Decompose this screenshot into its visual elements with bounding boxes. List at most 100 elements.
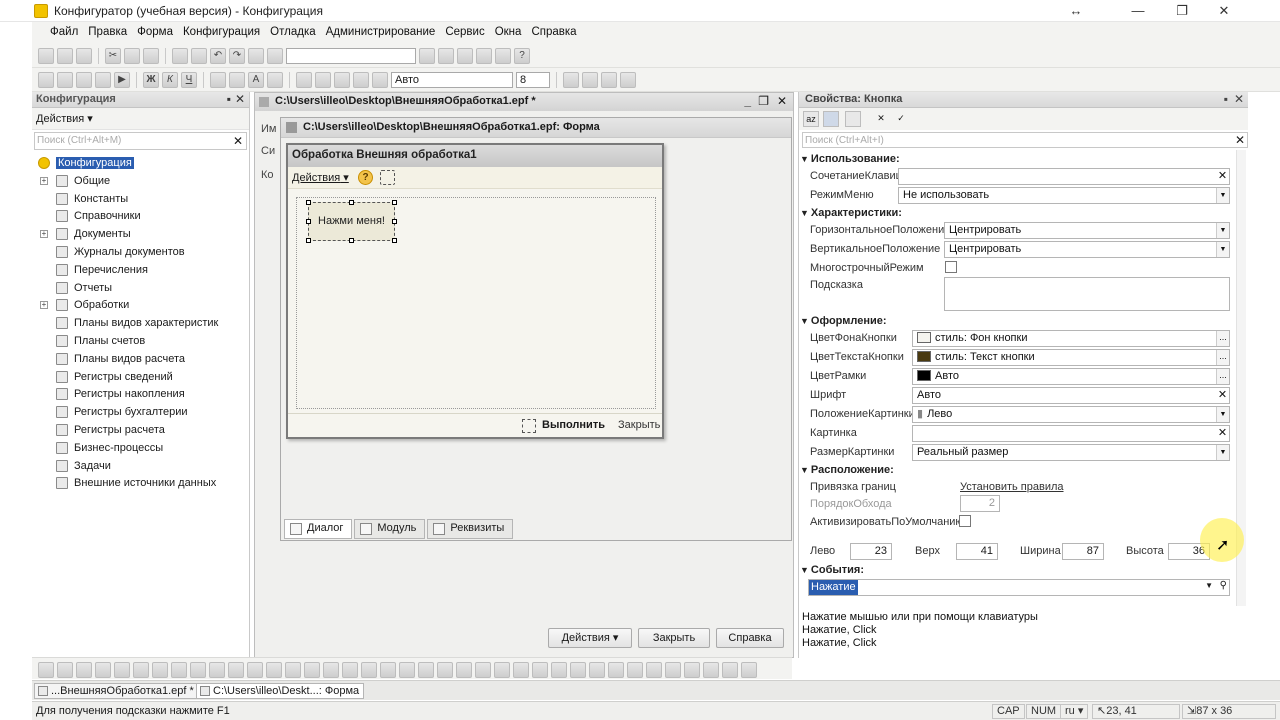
menu-item[interactable]: Сервис: [440, 26, 489, 38]
picture-pos-select[interactable]: ▮ Лево ▼: [912, 406, 1230, 423]
form-element-icon[interactable]: [532, 662, 548, 678]
more-icon[interactable]: ...: [1216, 331, 1229, 346]
form-element-icon[interactable]: [437, 662, 453, 678]
section-appearance[interactable]: ▼ Оформление:: [800, 315, 887, 327]
chevron-down-icon[interactable]: ▼: [1216, 445, 1229, 460]
chevron-down-icon[interactable]: ▼: [1216, 223, 1229, 238]
windows-icon[interactable]: [476, 48, 492, 64]
table-icon[interactable]: [95, 72, 111, 88]
form-element-icon[interactable]: [646, 662, 662, 678]
align-center-icon[interactable]: [315, 72, 331, 88]
form-element-icon[interactable]: [513, 662, 529, 678]
tree-item[interactable]: Внешние источники данных: [32, 474, 249, 492]
more-icon[interactable]: ...: [1216, 350, 1229, 365]
tree-item[interactable]: Планы видов расчета: [32, 350, 249, 368]
cut-icon[interactable]: ✂: [105, 48, 121, 64]
section-usage[interactable]: ▼ Использование:: [800, 153, 900, 165]
wizard-icon[interactable]: [601, 72, 617, 88]
activate-default-checkbox[interactable]: [959, 515, 971, 527]
clear-icon[interactable]: ✕: [1216, 169, 1229, 184]
font-name-field[interactable]: Авто: [391, 72, 513, 88]
tab-dialog[interactable]: Диалог: [284, 519, 353, 539]
menu-item[interactable]: Отладка: [265, 26, 320, 38]
tree-item[interactable]: Планы видов характеристик: [32, 314, 249, 332]
form-element-icon[interactable]: [304, 662, 320, 678]
window-tab-form[interactable]: C:\Users\illeo\Deskt...: Форма: [196, 683, 365, 699]
tree-item[interactable]: Журналы документов: [32, 243, 249, 261]
form-element-icon[interactable]: [76, 662, 92, 678]
menu-item[interactable]: Файл: [36, 26, 83, 38]
tree-item[interactable]: + Обработки: [32, 296, 249, 314]
panel-close-icon[interactable]: ✕: [235, 92, 245, 106]
clear-icon[interactable]: ✕: [1216, 388, 1229, 403]
debug-icon[interactable]: [495, 48, 511, 64]
tree-item[interactable]: Перечисления: [32, 261, 249, 279]
search-all-icon[interactable]: [457, 48, 473, 64]
more-icon[interactable]: ...: [1216, 369, 1229, 384]
text-color-icon[interactable]: A: [248, 72, 264, 88]
insert-icon[interactable]: [620, 72, 636, 88]
search-icon[interactable]: ⚲: [1220, 580, 1227, 591]
actions-dropdown-button[interactable]: Действия ▾: [548, 628, 632, 648]
justify-icon[interactable]: [353, 72, 369, 88]
run-button[interactable]: Выполнить: [542, 419, 605, 431]
underline-icon[interactable]: Ч: [181, 72, 197, 88]
hotkey-field[interactable]: ✕: [898, 168, 1230, 185]
help-icon[interactable]: ?: [514, 48, 530, 64]
form-element-icon[interactable]: [342, 662, 358, 678]
close-button[interactable]: ✕: [1210, 1, 1238, 21]
new-file-icon[interactable]: [38, 48, 54, 64]
tab-order-icon[interactable]: [582, 72, 598, 88]
font-field[interactable]: Авто ✕: [912, 387, 1230, 404]
form-element-icon[interactable]: [171, 662, 187, 678]
restore-icon[interactable]: ❐: [758, 94, 769, 108]
form-element-icon[interactable]: [190, 662, 206, 678]
tree-item[interactable]: Регистры сведений: [32, 368, 249, 386]
highlight-icon[interactable]: [267, 72, 283, 88]
section-characteristics[interactable]: ▼ Характеристики:: [800, 207, 902, 219]
form-element-icon[interactable]: [627, 662, 643, 678]
pin-icon[interactable]: ▪: [227, 92, 231, 106]
filter-icon[interactable]: [845, 111, 861, 127]
text-color-field[interactable]: стиль: Текст кнопки...: [912, 349, 1230, 366]
style-icon[interactable]: [372, 72, 388, 88]
properties-close-icon[interactable]: ✕: [1234, 92, 1244, 106]
fill-color-icon[interactable]: [229, 72, 245, 88]
left-field[interactable]: 23: [850, 543, 892, 560]
press-me-button[interactable]: Нажми меня!: [308, 202, 395, 241]
help-button[interactable]: Справка: [716, 628, 784, 648]
clear-search-icon[interactable]: ✕: [1235, 133, 1245, 147]
form-element-icon[interactable]: [684, 662, 700, 678]
tab-module[interactable]: Модуль: [354, 519, 426, 539]
tree-item[interactable]: Константы: [32, 190, 249, 208]
help-icon[interactable]: ?: [358, 170, 373, 185]
set-rules-link[interactable]: Установить правила: [960, 481, 1064, 493]
tree-item[interactable]: + Общие: [32, 172, 249, 190]
properties-search[interactable]: Поиск (Ctrl+Alt+I) ✕: [802, 132, 1248, 148]
menu-item[interactable]: Форма: [132, 26, 178, 38]
form-element-icon[interactable]: [228, 662, 244, 678]
form-element-icon[interactable]: [418, 662, 434, 678]
run-icon[interactable]: ▶: [114, 72, 130, 88]
form-element-icon[interactable]: [665, 662, 681, 678]
form-element-icon[interactable]: [551, 662, 567, 678]
form-element-icon[interactable]: [608, 662, 624, 678]
multiline-checkbox[interactable]: [945, 261, 957, 273]
picture-size-select[interactable]: Реальный размер ▼: [912, 444, 1230, 461]
italic-icon[interactable]: К: [162, 72, 178, 88]
align-right-icon[interactable]: [334, 72, 350, 88]
form-element-icon[interactable]: [114, 662, 130, 678]
form-actions-menu[interactable]: Действия ▾: [292, 171, 349, 184]
resize-handle[interactable]: [306, 219, 311, 224]
menu-mode-select[interactable]: Не использовать ▼: [898, 187, 1230, 204]
align-icon[interactable]: [38, 72, 54, 88]
save-icon[interactable]: [76, 48, 92, 64]
form-close-button[interactable]: Закрыть: [618, 419, 660, 431]
configuration-search[interactable]: Поиск (Ctrl+Alt+M) ✕: [34, 132, 247, 150]
form-element-icon[interactable]: [589, 662, 605, 678]
find-icon[interactable]: [248, 48, 264, 64]
preview-icon[interactable]: [191, 48, 207, 64]
language-indicator[interactable]: ru ▾: [1060, 704, 1089, 719]
tree-item[interactable]: + Документы: [32, 225, 249, 243]
form-element-icon[interactable]: [380, 662, 396, 678]
